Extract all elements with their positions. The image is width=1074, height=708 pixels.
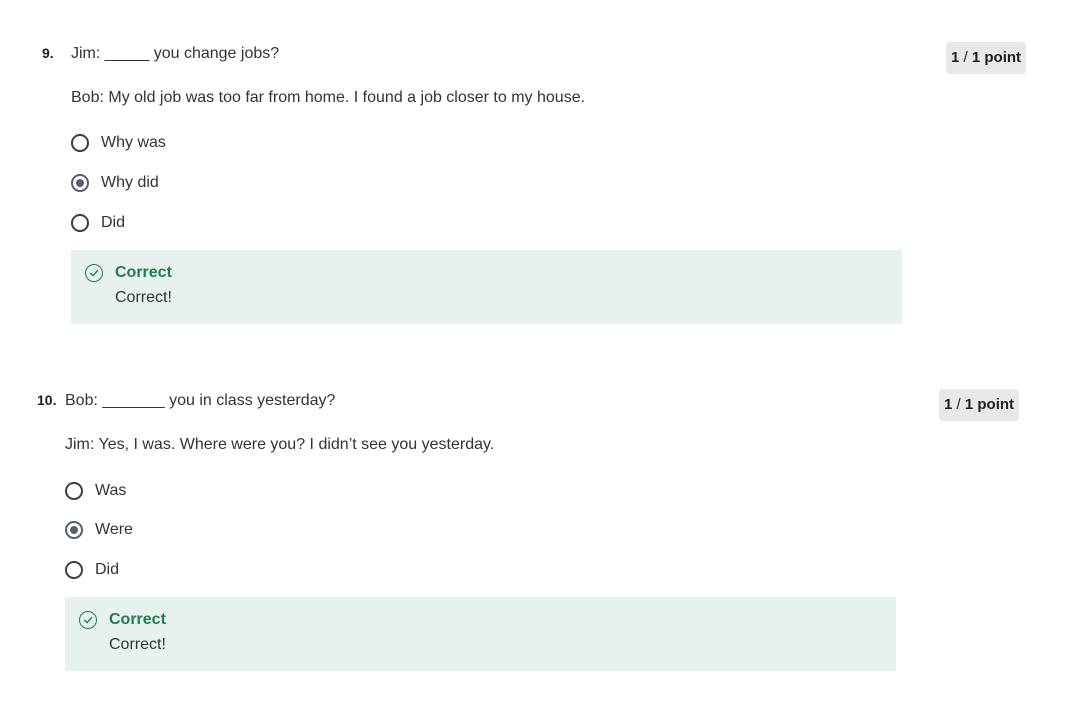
score-separator: / (959, 49, 972, 66)
score-total: 1 (964, 396, 974, 413)
option-label: Were (95, 521, 133, 538)
score-separator: / (952, 396, 965, 413)
feedback-text: Correct! (109, 636, 166, 653)
score-badge: 1 / 1 point (946, 42, 1027, 74)
radio-button[interactable] (65, 482, 83, 500)
score-total: 1 (971, 49, 981, 66)
question-context: Jim: Yes, I was. Where were you? I didn’… (65, 436, 495, 453)
radio-button-selected[interactable] (71, 174, 89, 192)
answer-option[interactable]: Were (65, 518, 133, 542)
radio-button-selected[interactable] (65, 521, 83, 539)
answer-option[interactable]: Why did (71, 171, 159, 195)
option-label: Did (101, 214, 126, 231)
question-prompt: Bob: _______ you in class yesterday? (65, 392, 336, 409)
answer-option[interactable]: Why was (71, 131, 166, 155)
option-label: Did (95, 561, 120, 578)
option-label: Why was (101, 134, 166, 151)
answer-option[interactable]: Was (65, 479, 126, 503)
score-badge: 1 / 1 point (939, 389, 1020, 421)
radio-button[interactable] (71, 134, 89, 152)
score-unit: point (980, 49, 1022, 66)
question-prompt: Jim: _____ you change jobs? (71, 45, 280, 62)
score-unit: point (973, 396, 1015, 413)
feedback-panel: Correct Correct! (71, 250, 902, 324)
radio-button[interactable] (65, 561, 83, 579)
question-context: Bob: My old job was too far from home. I… (71, 89, 586, 106)
feedback-title: Correct (109, 611, 166, 628)
option-label: Was (95, 482, 127, 499)
feedback-panel: Correct Correct! (65, 597, 896, 671)
option-label: Why did (101, 174, 159, 191)
answer-option[interactable]: Did (71, 211, 125, 235)
question-number: 9. (42, 45, 54, 61)
check-circle-icon (79, 611, 97, 629)
feedback-title: Correct (115, 264, 172, 281)
feedback-text: Correct! (115, 289, 172, 306)
answer-option[interactable]: Did (65, 558, 119, 582)
question-number: 10. (37, 392, 57, 408)
check-circle-icon (85, 264, 103, 282)
radio-button[interactable] (71, 214, 89, 232)
